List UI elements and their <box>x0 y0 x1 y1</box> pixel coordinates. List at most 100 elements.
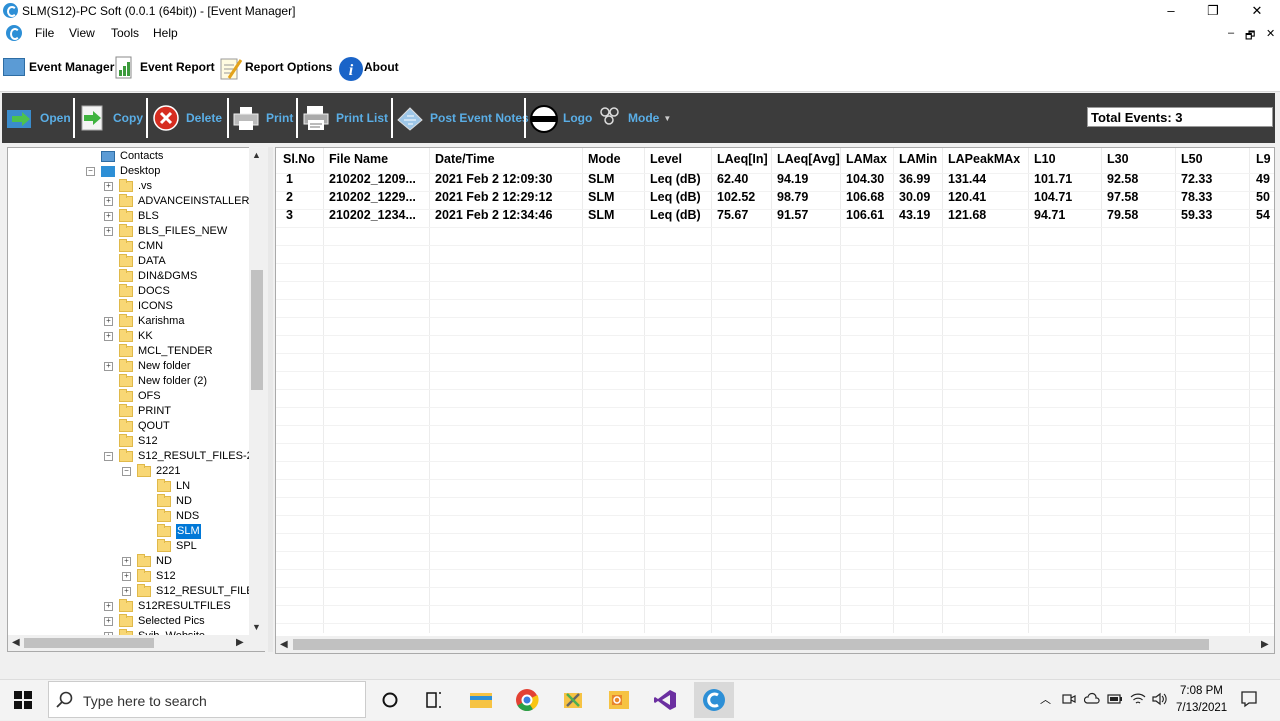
column-header[interactable]: LAMax <box>846 152 887 166</box>
tree-item[interactable]: BLS <box>119 209 159 224</box>
tree-scroll-thumb[interactable] <box>251 270 263 390</box>
tree-item[interactable]: S12 <box>137 569 176 584</box>
grid-cell[interactable]: 98.79 <box>777 190 808 204</box>
cortana-icon[interactable] <box>374 684 406 716</box>
column-header[interactable]: LAeq[In] <box>717 152 768 166</box>
column-header[interactable]: L50 <box>1181 152 1203 166</box>
notification-center-icon[interactable] <box>1240 690 1258 711</box>
column-header[interactable]: Date/Time <box>435 152 495 166</box>
grid-cell[interactable]: 49 <box>1256 172 1270 186</box>
tree-expander-toggle[interactable]: − <box>86 167 95 176</box>
onedrive-icon[interactable] <box>1083 692 1100 709</box>
grid-cell[interactable]: SLM <box>588 208 614 222</box>
grid-cell[interactable]: SLM <box>588 172 614 186</box>
grid-cell[interactable]: 30.09 <box>899 190 930 204</box>
tree-item[interactable]: CMN <box>119 239 163 254</box>
column-header[interactable]: LAMin <box>899 152 937 166</box>
scroll-up-arrow-icon[interactable]: ▲ <box>252 150 261 160</box>
outlook-icon[interactable] <box>603 684 635 716</box>
grid-cell[interactable]: 36.99 <box>899 172 930 186</box>
tree-expander-toggle[interactable]: + <box>104 197 113 206</box>
grid-cell[interactable]: 210202_1234... <box>329 208 425 222</box>
grid-cell[interactable]: 54 <box>1256 208 1270 222</box>
scroll-right-arrow-icon[interactable]: ▶ <box>236 637 244 648</box>
tree-expander-toggle[interactable]: + <box>104 602 113 611</box>
chrome-icon[interactable] <box>511 684 543 716</box>
tree-item[interactable]: Selected Pics <box>119 614 205 629</box>
column-header[interactable]: L9 <box>1256 152 1271 166</box>
scroll-down-arrow-icon[interactable]: ▼ <box>252 622 261 632</box>
grid-cell[interactable]: 92.58 <box>1107 172 1138 186</box>
print-button[interactable]: Print <box>232 100 293 136</box>
grid-cell[interactable]: 59.33 <box>1181 208 1212 222</box>
grid-cell[interactable]: Leq (dB) <box>650 208 701 222</box>
print-list-button[interactable]: Print List <box>302 100 388 136</box>
tree-expander-toggle[interactable]: + <box>122 587 131 596</box>
tree-expander-toggle[interactable]: + <box>104 332 113 341</box>
grid-cell[interactable]: 72.33 <box>1181 172 1212 186</box>
tree-item[interactable]: .vs <box>119 179 152 194</box>
grid-cell[interactable]: 2 <box>286 190 293 204</box>
grid-cell[interactable]: Leq (dB) <box>650 172 701 186</box>
tree-item[interactable]: Desktop <box>101 164 160 179</box>
grid-cell[interactable]: 1 <box>286 172 293 186</box>
column-header[interactable]: LAPeakMAx <box>948 152 1020 166</box>
event-manager-button[interactable]: Event Manager <box>3 52 114 82</box>
tree-hscroll-thumb[interactable] <box>24 638 154 648</box>
open-button[interactable]: Open <box>6 100 71 136</box>
tree-item[interactable]: OFS <box>119 389 161 404</box>
tree-item[interactable]: Contacts <box>101 149 163 164</box>
tree-item[interactable]: S12RESULTFILES <box>119 599 231 614</box>
battery-icon[interactable] <box>1107 693 1123 708</box>
tree-item[interactable]: S12_RESULT_FILES-20 <box>119 449 259 464</box>
app-menu-icon[interactable] <box>6 25 22 41</box>
report-options-button[interactable]: Report Options <box>219 52 332 82</box>
menu-tools[interactable]: Tools <box>111 26 139 40</box>
tree-item[interactable]: DATA <box>119 254 166 269</box>
tree-expander-toggle[interactable]: + <box>104 227 113 236</box>
menu-file[interactable]: File <box>35 26 54 40</box>
grid-cell[interactable]: 94.71 <box>1034 208 1065 222</box>
grid-cell[interactable]: 106.68 <box>846 190 884 204</box>
grid-cell[interactable]: 101.71 <box>1034 172 1072 186</box>
post-event-notes-button[interactable]: Post Event Notes <box>396 100 529 136</box>
restore-button[interactable]: ❐ <box>1190 0 1236 22</box>
grid-cell[interactable]: Leq (dB) <box>650 190 701 204</box>
copy-button[interactable]: Copy <box>79 100 143 136</box>
tree-item[interactable]: New folder (2) <box>119 374 207 389</box>
tree-item[interactable]: KK <box>119 329 153 344</box>
grid-cell[interactable]: 79.58 <box>1107 208 1138 222</box>
delete-button[interactable]: Delete <box>152 100 222 136</box>
visual-studio-icon[interactable] <box>649 684 681 716</box>
grid-scroll-right-arrow-icon[interactable]: ▶ <box>1261 639 1269 650</box>
column-header[interactable]: Level <box>650 152 682 166</box>
chevron-up-icon[interactable]: ︿ <box>1040 691 1051 707</box>
column-header[interactable]: L30 <box>1107 152 1129 166</box>
grid-cell[interactable]: 43.19 <box>899 208 930 222</box>
scroll-left-arrow-icon[interactable]: ◀ <box>12 637 20 648</box>
logo-button[interactable]: Logo <box>529 100 592 136</box>
grid-cell[interactable]: 78.33 <box>1181 190 1212 204</box>
menu-view[interactable]: View <box>69 26 95 40</box>
grid-cell[interactable]: 210202_1209... <box>329 172 425 186</box>
grid-cell[interactable]: 97.58 <box>1107 190 1138 204</box>
tree-expander-toggle[interactable]: + <box>104 212 113 221</box>
grid-cell[interactable]: 50 <box>1256 190 1270 204</box>
tree-expander-toggle[interactable]: + <box>122 557 131 566</box>
tools-app-icon[interactable] <box>557 684 589 716</box>
tree-expander-toggle[interactable]: + <box>104 182 113 191</box>
column-header[interactable]: Sl.No <box>283 152 315 166</box>
grid-cell[interactable]: 91.57 <box>777 208 808 222</box>
grid-cell[interactable]: 106.61 <box>846 208 884 222</box>
tree-item[interactable]: Karishma <box>119 314 184 329</box>
about-button[interactable]: i About <box>338 52 399 82</box>
tree-expander-toggle[interactable]: − <box>122 467 131 476</box>
tree-expander-toggle[interactable]: + <box>122 572 131 581</box>
wifi-icon[interactable] <box>1130 692 1146 709</box>
tree-item[interactable]: S12 <box>119 434 158 449</box>
grid-cell[interactable]: 62.40 <box>717 172 748 186</box>
tree-item[interactable]: 2221 <box>137 464 180 479</box>
grid-cell[interactable]: 2021 Feb 2 12:09:30 <box>435 172 552 186</box>
column-header[interactable]: L10 <box>1034 152 1056 166</box>
tree-item[interactable]: QOUT <box>119 419 170 434</box>
